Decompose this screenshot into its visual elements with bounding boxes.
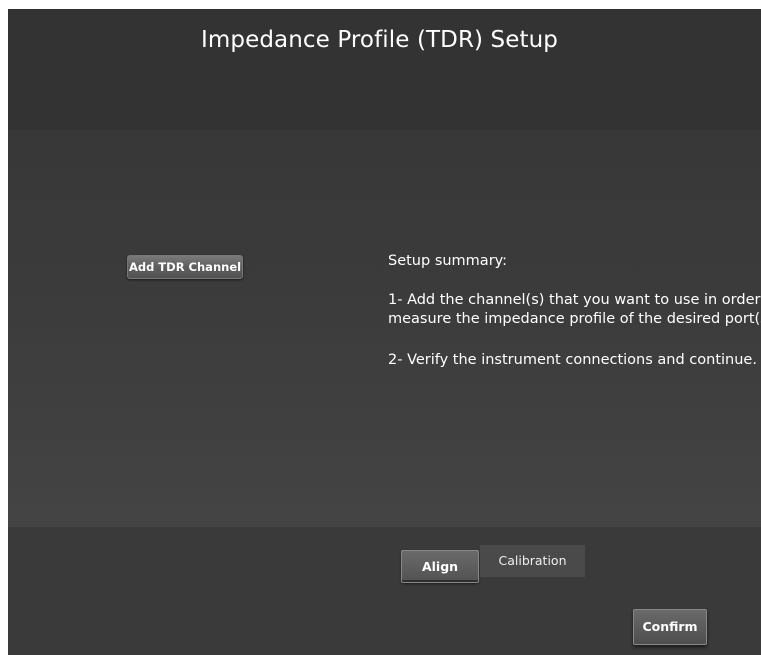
confirm-button[interactable]: Confirm (633, 609, 707, 645)
summary-step-1-line-2: measure the impedance profile of the des… (388, 311, 761, 327)
align-tab-button[interactable]: Align (401, 550, 479, 583)
calibration-tab-button[interactable]: Calibration (480, 545, 585, 577)
summary-heading: Setup summary: (388, 253, 508, 269)
window-title: Impedance Profile (TDR) Setup (201, 27, 558, 53)
setup-summary: Setup summary: 1- Add the channel(s) tha… (388, 252, 761, 370)
title-band: Impedance Profile (TDR) Setup (8, 9, 761, 130)
summary-step-1-line-1: 1- Add the channel(s) that you want to u… (388, 292, 761, 308)
add-tdr-channel-button[interactable]: Add TDR Channel (127, 255, 243, 279)
summary-step-2: 2- Verify the instrument connections and… (388, 352, 757, 368)
tdr-setup-window: Impedance Profile (TDR) Setup Add TDR Ch… (8, 9, 761, 655)
